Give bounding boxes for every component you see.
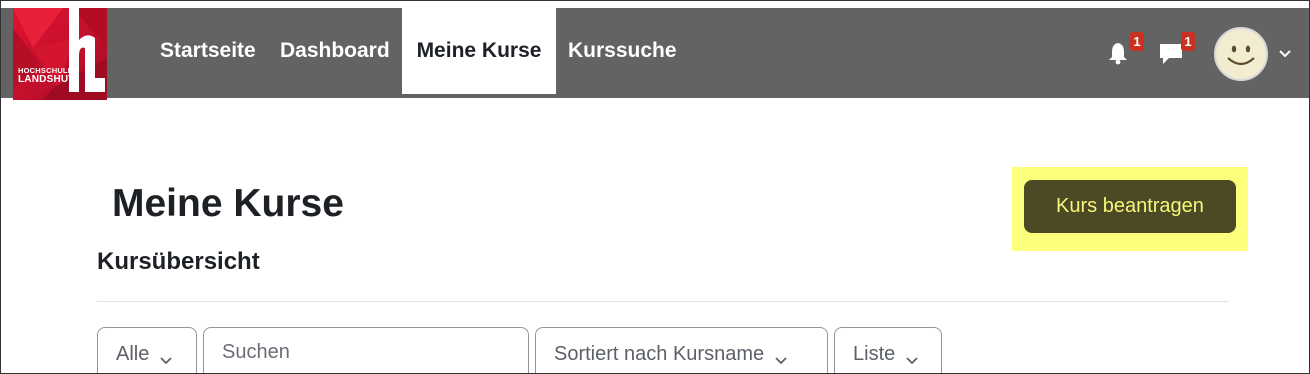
- view-dropdown[interactable]: Liste: [834, 327, 942, 373]
- nav-item-meine-kurse[interactable]: Meine Kurse: [402, 8, 556, 94]
- user-avatar[interactable]: [1214, 27, 1268, 81]
- sort-selected: Sortiert nach Kursname: [554, 343, 765, 365]
- sort-dropdown[interactable]: Sortiert nach Kursname: [535, 327, 828, 373]
- nav-item-dashboard[interactable]: Dashboard: [268, 8, 402, 94]
- logo-graphic: [13, 8, 107, 100]
- bell-icon[interactable]: [1106, 41, 1132, 67]
- divider: [97, 301, 1229, 302]
- hochschule-landshut-logo[interactable]: HOCHSCHULE LANDSHUT: [13, 8, 107, 100]
- request-course-button[interactable]: Kurs beantragen: [1024, 180, 1236, 233]
- chevron-down-icon[interactable]: [1277, 45, 1293, 61]
- page-title: Meine Kurse: [112, 182, 344, 225]
- page-frame: HOCHSCHULE LANDSHUT Startseite Dashboard…: [0, 0, 1310, 374]
- view-selected: Liste: [853, 343, 896, 365]
- grouping-dropdown[interactable]: Alle: [97, 327, 197, 373]
- section-title: Kursübersicht: [97, 248, 260, 275]
- grouping-selected: Alle: [116, 343, 150, 365]
- top-navbar: HOCHSCHULE LANDSHUT Startseite Dashboard…: [1, 8, 1309, 100]
- chevron-down-icon: [159, 350, 173, 373]
- search-input[interactable]: [204, 341, 504, 364]
- smiley-icon: [1217, 30, 1265, 78]
- chevron-down-icon: [774, 350, 788, 373]
- course-search-field[interactable]: [203, 327, 529, 373]
- chevron-down-icon: [905, 350, 919, 373]
- logo-text-line2: LANDSHUT: [18, 74, 75, 85]
- message-count-badge: 1: [1181, 32, 1195, 51]
- notification-count-badge: 1: [1130, 32, 1144, 51]
- nav-item-startseite[interactable]: Startseite: [148, 8, 268, 94]
- nav-item-kurssuche[interactable]: Kurssuche: [556, 8, 689, 94]
